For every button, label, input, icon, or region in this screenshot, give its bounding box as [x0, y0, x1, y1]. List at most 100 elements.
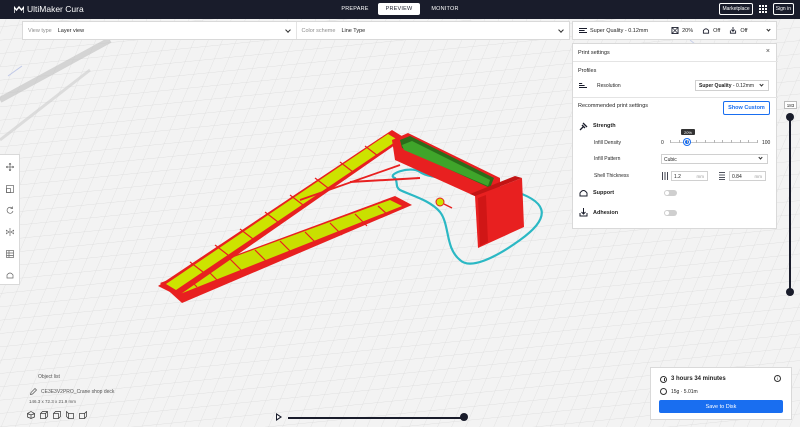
panel-title: Print settings [578, 50, 610, 56]
close-icon[interactable]: × [766, 48, 770, 55]
layer-number[interactable]: 183 [784, 101, 797, 109]
left-toolbar [0, 154, 20, 285]
stage-tabs: PREPARE PREVIEW MONITOR [334, 3, 468, 15]
tab-prepare[interactable]: PREPARE [334, 3, 376, 15]
recommended-heading: Recommended print settings [578, 103, 649, 109]
view-type-label: View type [28, 27, 52, 34]
print-settings-summary[interactable]: Super Quality - 0.12mm 20% Off Off [572, 21, 777, 40]
object-dimensions: 146.3 x 72.3 x 21.9 mm [29, 399, 77, 404]
print-estimate-panel: 3 hours 34 minutes i 15g · 5.01m Save to… [650, 367, 792, 420]
support-icon [579, 190, 588, 197]
infill-slider-tick [696, 140, 698, 143]
resolution-suffix: - 0.12mm [732, 83, 755, 89]
per-model-settings-icon[interactable] [6, 250, 14, 258]
support-toggle[interactable] [664, 190, 677, 196]
infill-slider-tick [748, 140, 750, 143]
rotate-tool-icon[interactable] [6, 206, 14, 214]
infill-density-tooltip: 20% [681, 129, 695, 135]
save-to-disk-button[interactable]: Save to Disk [659, 400, 783, 413]
adhesion-toggle[interactable] [664, 210, 677, 216]
infill-density-label: Infill Density [594, 140, 621, 146]
path-slider[interactable] [288, 417, 464, 419]
move-tool-icon[interactable] [6, 163, 14, 171]
layer-slider[interactable] [789, 117, 791, 293]
marketplace-button[interactable]: Marketplace [719, 3, 753, 15]
color-scheme-label: Color scheme [301, 27, 336, 34]
infill-slider-tick [670, 140, 671, 143]
top-bottom-thickness-input[interactable]: 0.84 mm [729, 171, 766, 181]
view-options-bar: View type Layer view Color scheme Line T… [22, 21, 570, 40]
chevron-down-icon [284, 27, 291, 33]
object-list[interactable]: Object list [26, 374, 60, 380]
object-list-item[interactable]: CE3E3V2PRO_Crane shop deck [30, 388, 114, 395]
wall-thickness-icon [662, 172, 668, 180]
profiles-heading: Profiles [578, 68, 597, 74]
color-scheme-select[interactable]: Color scheme Line Type [297, 22, 570, 39]
infill-slider-tick [730, 140, 732, 143]
right-view-icon[interactable] [79, 410, 87, 419]
quality-sliders-icon [579, 28, 587, 33]
apps-grid-icon[interactable] [758, 5, 767, 13]
path-slider-handle[interactable] [460, 413, 468, 421]
chevron-down-icon [758, 155, 763, 160]
infill-min-label: 0 [661, 140, 664, 146]
wall-thickness-unit: mm [696, 174, 705, 179]
info-icon[interactable]: i [774, 375, 781, 382]
top-bottom-thickness-value: 0.84 [732, 174, 742, 180]
chevron-down-icon [766, 27, 771, 32]
adhesion-icon [730, 27, 737, 34]
support-summary-value: Off [713, 27, 721, 34]
object-list-header: Object list [38, 374, 60, 380]
material-icon [660, 388, 667, 395]
resolution-label: Resolution [597, 83, 621, 89]
top-view-icon[interactable] [53, 411, 61, 419]
layer-slider-top-handle[interactable] [786, 113, 794, 121]
infill-pattern-label: Infill Pattern [594, 156, 621, 162]
edit-pencil-icon [30, 388, 37, 395]
infill-slider-tick [678, 140, 680, 143]
quality-value: Super Quality - 0.12mm [590, 27, 649, 34]
chevron-down-icon [759, 82, 764, 87]
infill-slider-tick [757, 140, 758, 143]
material-estimate: 15g · 5.01m [671, 389, 698, 395]
adhesion-summary-value: Off [740, 27, 748, 34]
clock-icon [660, 376, 667, 383]
infill-max-label: 100 [762, 140, 771, 146]
infill-slider-tick [713, 140, 715, 143]
infill-summary-value: 20% [682, 27, 694, 34]
play-icon[interactable] [276, 413, 282, 421]
left-view-icon[interactable] [66, 410, 74, 419]
view-type-value: Layer view [57, 27, 85, 34]
resolution-select[interactable]: Super Quality - 0.12mm [695, 80, 769, 91]
layer-slider-bottom-handle[interactable] [786, 288, 794, 296]
wall-thickness-input[interactable]: 1.2 mm [671, 171, 708, 181]
infill-pattern-value: Cubic [664, 157, 677, 163]
strength-heading: Strength [593, 123, 616, 129]
resolution-icon [579, 83, 587, 88]
wall-thickness-value: 1.2 [674, 174, 681, 180]
support-blocker-icon[interactable] [6, 271, 14, 279]
strength-icon [579, 122, 588, 131]
show-custom-button[interactable]: Show Custom [723, 101, 770, 115]
sign-in-button[interactable]: Sign in [772, 3, 794, 15]
tab-monitor[interactable]: MONITOR [422, 3, 468, 15]
mirror-tool-icon[interactable] [6, 228, 14, 236]
scale-tool-icon[interactable] [6, 185, 14, 193]
infill-pattern-select[interactable]: Cubic [661, 154, 768, 164]
top-bottom-thickness-icon [719, 172, 725, 180]
adhesion-icon [579, 208, 588, 217]
camera-view-buttons [27, 410, 87, 419]
infill-slider-tick [722, 140, 724, 143]
support-heading: Support [593, 190, 615, 196]
app-title: UltiMaker Cura [27, 4, 84, 14]
print-time: 3 hours 34 minutes [671, 376, 726, 382]
print-settings-panel: Print settings × Profiles Resolution Sup… [572, 43, 778, 229]
front-view-icon[interactable] [40, 411, 48, 419]
3d-view-icon[interactable] [27, 411, 35, 419]
view-type-select[interactable]: View type Layer view [23, 22, 297, 39]
chevron-down-icon [558, 27, 564, 33]
infill-slider-tick [704, 140, 706, 143]
support-icon [703, 28, 710, 34]
infill-icon [671, 27, 679, 34]
tab-preview[interactable]: PREVIEW [378, 3, 420, 15]
